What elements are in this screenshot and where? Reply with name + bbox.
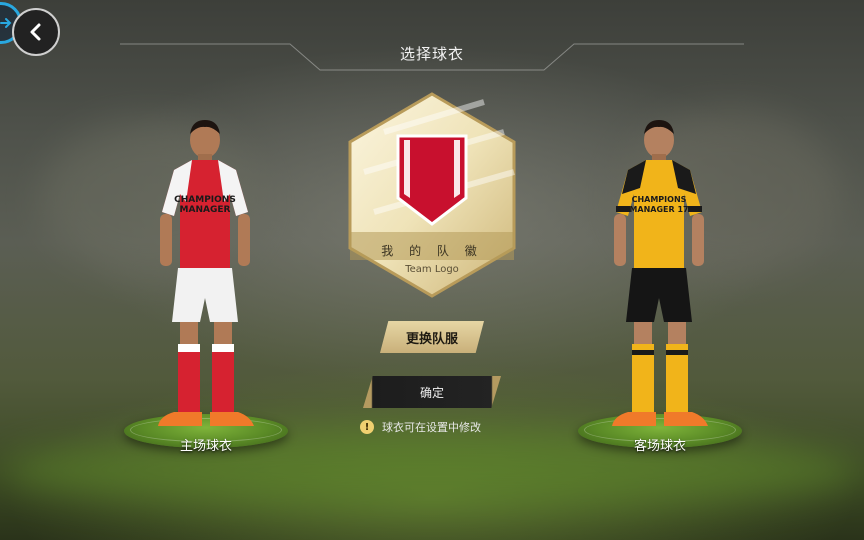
team-logo-subtitle: Team Logo bbox=[405, 264, 459, 275]
team-logo-name: 我 的 队 徽 bbox=[381, 244, 483, 258]
confirm-button[interactable]: 确定 bbox=[363, 376, 501, 408]
team-logo-card[interactable]: 我 的 队 徽 Team Logo bbox=[344, 92, 520, 298]
home-kit-player[interactable]: CHAMPIONS MANAGER bbox=[140, 112, 270, 432]
svg-text:CHAMPIONS: CHAMPIONS bbox=[632, 195, 687, 204]
svg-text:CHAMPIONS: CHAMPIONS bbox=[174, 195, 236, 205]
page-title: 选择球衣 bbox=[399, 45, 464, 63]
arrow-right-icon bbox=[0, 18, 12, 28]
confirm-label: 确定 bbox=[419, 385, 444, 400]
change-kit-label: 更换队服 bbox=[405, 331, 458, 347]
kit-hint-text: 球衣可在设置中修改 bbox=[382, 421, 481, 434]
warning-icon: ! bbox=[360, 420, 374, 434]
change-kit-button[interactable]: 更换队服 bbox=[380, 321, 484, 353]
svg-text:MANAGER 17: MANAGER 17 bbox=[629, 205, 688, 214]
home-kit-label: 主场球衣 bbox=[179, 439, 232, 454]
away-kit-label: 客场球衣 bbox=[633, 439, 686, 454]
kit-hint: ! 球衣可在设置中修改 bbox=[360, 419, 481, 435]
away-kit-player[interactable]: CHAMPIONS MANAGER 17 bbox=[594, 112, 724, 432]
svg-text:MANAGER: MANAGER bbox=[180, 205, 231, 215]
chevron-left-icon bbox=[30, 23, 41, 41]
